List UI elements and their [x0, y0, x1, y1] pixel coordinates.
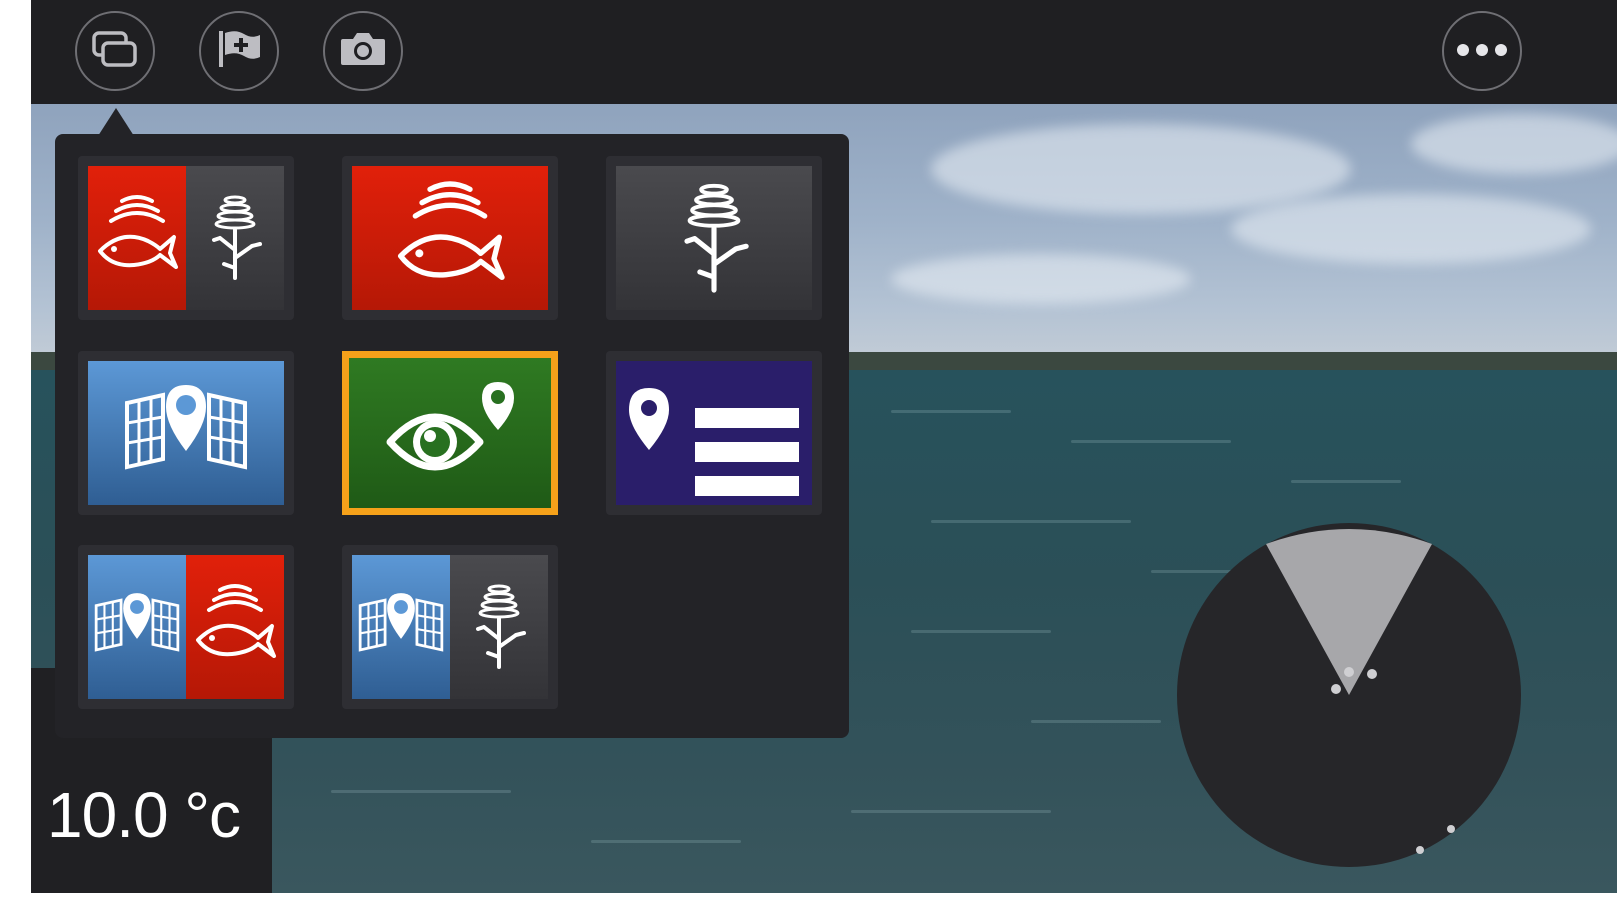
- tree-sonar-icon: [464, 577, 534, 677]
- tile-chart-fishfinder-split[interactable]: [78, 545, 294, 709]
- chart-pin-icon: [356, 590, 446, 664]
- more-dots-icon: [1455, 42, 1509, 61]
- fish-sonar-icon: [386, 176, 514, 300]
- add-waypoint-button[interactable]: [199, 11, 279, 91]
- tile-chart-sonar-split[interactable]: [342, 545, 558, 709]
- chart-pin-icon: [121, 381, 251, 485]
- eye-pin-icon: [380, 376, 520, 490]
- camera-icon: [338, 29, 388, 73]
- switch-apps-button[interactable]: [75, 11, 155, 91]
- tile-waypoint-list[interactable]: [606, 351, 822, 515]
- menu-pointer: [98, 108, 134, 136]
- pin-list-icon: [619, 366, 809, 500]
- tile-camera-ar[interactable]: [342, 351, 558, 515]
- flag-plus-icon: [214, 27, 264, 75]
- field-of-view-icon[interactable]: [1176, 522, 1522, 868]
- top-toolbar: [31, 0, 1617, 104]
- windows-icon: [90, 29, 140, 73]
- tree-sonar-icon: [669, 174, 759, 302]
- screenshot-button[interactable]: [323, 11, 403, 91]
- water-temperature: 10.0 °c: [47, 779, 241, 851]
- more-options-button[interactable]: [1442, 11, 1522, 91]
- app-switcher-menu: [55, 134, 849, 738]
- tile-sidevision-sonar[interactable]: [606, 156, 822, 320]
- camera-app-screen: 10.0 °c: [31, 0, 1617, 893]
- tile-fishfinder-sonar-split[interactable]: [78, 156, 294, 320]
- tile-fishfinder[interactable]: [342, 156, 558, 320]
- chart-pin-icon: [92, 590, 182, 664]
- tile-chart[interactable]: [78, 351, 294, 515]
- fish-sonar-icon: [192, 580, 278, 674]
- fish-sonar-icon: [94, 191, 180, 285]
- tree-sonar-icon: [200, 188, 270, 288]
